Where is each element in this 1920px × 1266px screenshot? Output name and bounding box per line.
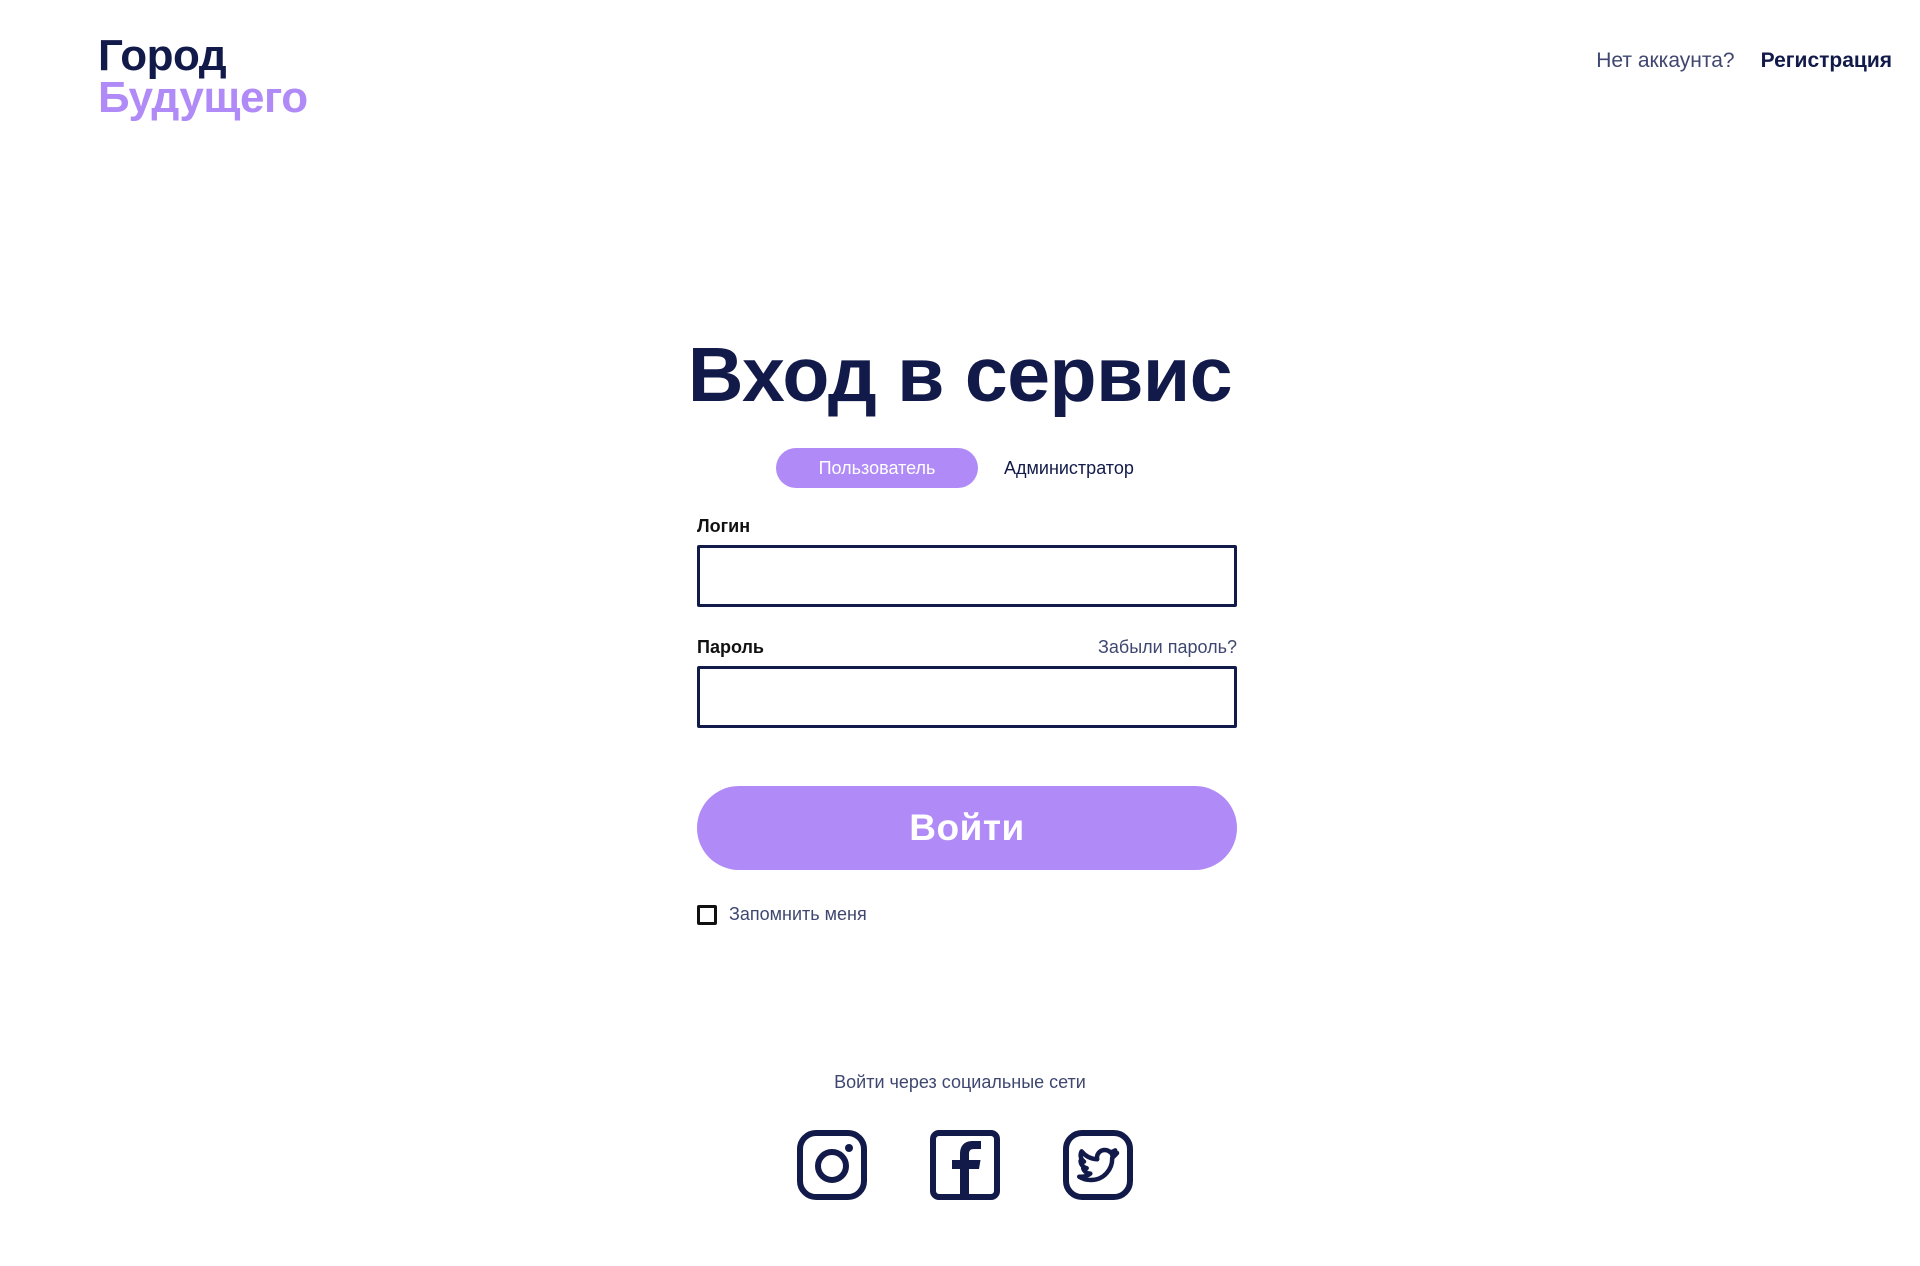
remember-label: Запомнить меня xyxy=(729,904,867,924)
instagram-button[interactable] xyxy=(796,1129,868,1201)
logo[interactable]: Город Будущего xyxy=(98,34,308,120)
no-account-text: Нет аккаунта? xyxy=(1596,49,1735,72)
twitter-icon xyxy=(1063,1130,1133,1200)
login-field-group: Логин xyxy=(697,514,1237,607)
page-title: Вход в сервис xyxy=(687,332,1233,418)
tab-admin[interactable]: Администратор xyxy=(998,448,1140,488)
top-navigation: Нет аккаунта? Регистрация xyxy=(1596,49,1892,73)
role-tabs: Пользователь Администратор xyxy=(776,448,1140,488)
remember-checkbox[interactable] xyxy=(697,904,717,925)
social-caption: Войти через социальные сети xyxy=(834,1072,1086,1092)
password-input[interactable] xyxy=(697,666,1237,728)
forgot-password-link[interactable]: Забыли пароль? xyxy=(1098,637,1237,658)
facebook-icon xyxy=(930,1130,1000,1200)
password-label: Пароль xyxy=(697,637,764,657)
register-link[interactable]: Регистрация xyxy=(1761,49,1892,73)
username-input[interactable] xyxy=(697,545,1237,607)
twitter-button[interactable] xyxy=(1062,1129,1134,1201)
instagram-icon xyxy=(797,1130,867,1200)
social-buttons xyxy=(796,1129,1134,1201)
password-label-row: Пароль Забыли пароль? xyxy=(697,635,1237,659)
tab-user[interactable]: Пользователь xyxy=(776,448,978,488)
facebook-button[interactable] xyxy=(929,1129,1001,1201)
password-field-group: Пароль Забыли пароль? xyxy=(697,635,1237,728)
logo-line-2: Будущего xyxy=(98,73,308,122)
login-page: Город Будущего Нет аккаунта? Регистрация… xyxy=(0,0,1920,1266)
username-label: Логин xyxy=(697,516,751,536)
login-button[interactable]: Войти xyxy=(697,786,1237,870)
login-form: Логин Пароль Забыли пароль? Войти Запомн… xyxy=(697,514,1237,925)
logo-line-1: Город xyxy=(98,31,227,80)
remember-me[interactable]: Запомнить меня xyxy=(697,904,1237,925)
